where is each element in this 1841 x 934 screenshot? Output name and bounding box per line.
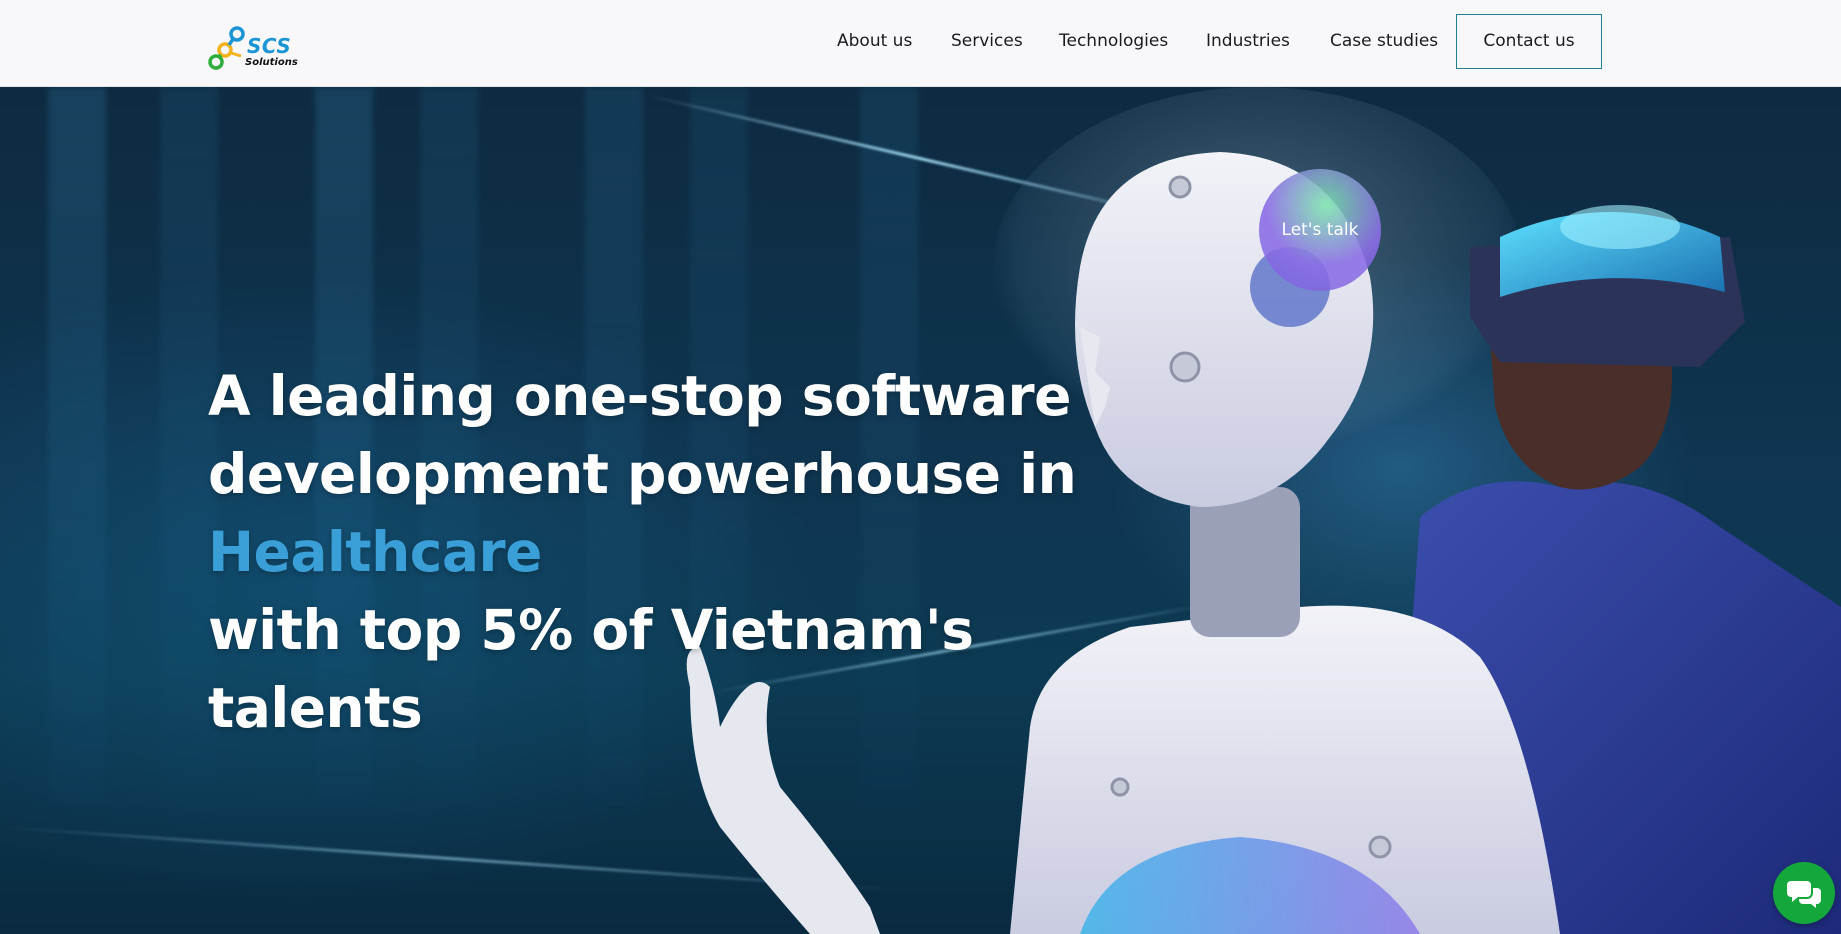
nav-about-us[interactable]: About us [837,29,912,53]
nav-industries[interactable]: Industries [1206,29,1290,53]
nav-services[interactable]: Services [951,29,1023,53]
chat-widget-button[interactable] [1773,862,1835,924]
headline-line-1: A leading one-stop software [208,364,1071,428]
headline-line-5: talents [208,676,423,740]
lets-talk-button[interactable]: Let's talk [1259,169,1381,291]
logo-tagline-text: Solutions [245,57,298,68]
headline-line-4: with top 5% of Vietnam's [208,598,974,662]
nav-technologies[interactable]: Technologies [1059,29,1168,53]
logo-brand-text: SCS [247,34,292,58]
contact-us-button[interactable]: Contact us [1456,14,1602,69]
scs-logo-icon [208,26,245,70]
company-logo[interactable]: SCS Solutions [207,22,298,74]
site-header: SCS Solutions About us Services Technolo… [0,0,1841,87]
hero-section: A leading one-stop software development … [0,87,1841,934]
chat-bubbles-icon [1787,881,1821,908]
headline-line-2: development powerhouse in [208,442,1077,506]
nav-case-studies[interactable]: Case studies [1330,29,1438,53]
headline-industry-highlight: Healthcare [208,520,542,584]
hero-headline: A leading one-stop software development … [208,357,1077,747]
